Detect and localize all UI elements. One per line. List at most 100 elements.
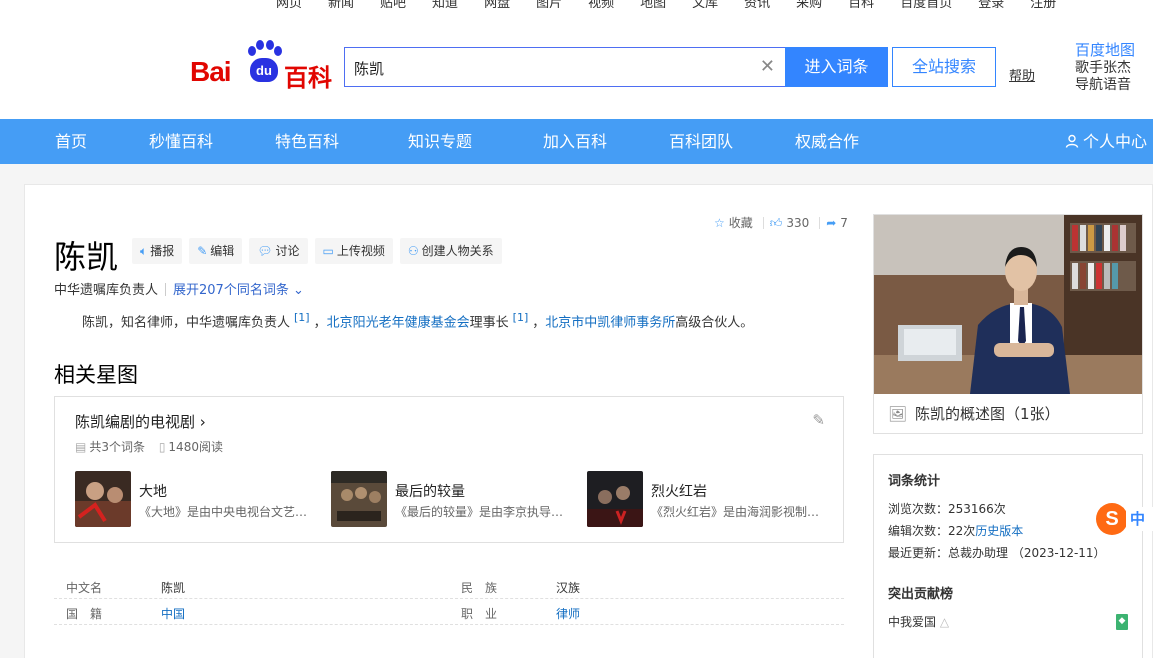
edit-count-text: 编辑次数：22次 (888, 524, 976, 538)
drama-desc: 《烈火红岩》是由海润影视制作的电视剧 (651, 505, 823, 519)
star-map-heading: 相关星图 (54, 363, 138, 387)
sogou-ime-widget[interactable]: S 中 (1096, 503, 1153, 535)
broadcast-button[interactable]: 🔈︎ 播报 (132, 238, 183, 264)
ime-mode: 中 (1126, 507, 1153, 531)
citation-link[interactable]: [1] (294, 311, 310, 324)
citation-link[interactable]: [1] (513, 311, 529, 324)
search-query[interactable]: 陈凯 (354, 58, 384, 79)
info-value-link[interactable]: 律师 (556, 605, 580, 622)
info-row: 中文名 陈凯 民 族 汉族 (54, 573, 844, 599)
top-link[interactable]: 贴吧 (380, 0, 406, 8)
history-link[interactable]: 历史版本 (975, 524, 1023, 538)
top-right-link[interactable]: 百度首页 (900, 0, 952, 8)
summary-text: 高级合伙人。 (675, 315, 754, 331)
user-center[interactable]: 个人中心 (1065, 119, 1147, 164)
top-link[interactable]: 地图 (640, 0, 666, 8)
star-map-card: 陈凯编剧的电视剧 › ✎ ▤ 共3个词条 ▯ 1480阅读 大地 《大地》是由中央电… (54, 396, 844, 543)
site-search-button[interactable]: 全站搜索 (892, 47, 996, 87)
top-link[interactable]: 资讯 (744, 0, 770, 8)
top-link[interactable]: 知道 (432, 0, 458, 8)
edit-button[interactable]: ✎ 编辑 (189, 238, 243, 264)
share-icon: ➦ (826, 216, 837, 230)
top-right-link[interactable]: 注册 (1030, 0, 1056, 8)
info-value-link[interactable]: 中国 (161, 605, 185, 622)
logo-baike: 百科 (284, 64, 332, 92)
nav-item-cooperation[interactable]: 权威合作 (795, 119, 859, 164)
clear-icon[interactable]: ✕ (760, 57, 775, 77)
top-link[interactable]: 网页 (276, 0, 302, 8)
info-key: 中文名 (66, 581, 103, 595)
bookmark-icon[interactable]: ◆ (1116, 614, 1128, 630)
top-link[interactable]: 文库 (692, 0, 718, 8)
discuss-button[interactable]: 💬︎ 讨论 (249, 238, 308, 264)
nav-item-miaodong[interactable]: 秒懂百科 (149, 119, 213, 164)
nav-item-join[interactable]: 加入百科 (543, 119, 607, 164)
share-button[interactable]: ➦ 7 (826, 216, 848, 230)
info-value: 汉族 (556, 581, 581, 595)
contributors-title: 突出贡献榜 (888, 587, 954, 602)
star-map-title-text: 陈凯编剧的电视剧 (75, 413, 196, 431)
summary-text: 理事长 (469, 315, 509, 331)
pencil-icon: ✎ (197, 244, 208, 258)
nav-item-team[interactable]: 百科团队 (669, 119, 733, 164)
top-link-strip: 网页 新闻 贴吧 知道 网盘 图片 视频 地图 文库 资讯 采购 百科 百度首页 登录 注册 (0, 0, 1153, 8)
top-link[interactable]: 图片 (536, 0, 562, 8)
stats-title: 词条统计 (888, 474, 941, 489)
sogou-icon: S (1096, 503, 1128, 535)
book-icon: ▯ (158, 440, 166, 454)
view-count: 浏览次数：253166次 (888, 502, 1006, 516)
search-input[interactable]: 陈凯 ✕ (344, 47, 785, 87)
thumbs-up-icon: 👍︎ (769, 216, 783, 230)
drama-poster (75, 471, 131, 527)
tool-label: 播报 (150, 244, 175, 258)
logo-du: du (250, 58, 278, 82)
top-link[interactable]: 采购 (796, 0, 822, 8)
help-link[interactable]: 帮助 (1009, 65, 1035, 84)
same-name-label: 展开207个同名词条 (173, 283, 289, 298)
star-map-meta: ▤ 共3个词条 ▯ 1480阅读 (75, 438, 223, 455)
nav-item-home[interactable]: 首页 (55, 119, 87, 164)
drama-item[interactable]: 最后的较量 《最后的较量》是由李京执导的电视剧 (331, 471, 571, 527)
summary-link[interactable]: 北京阳光老年健康基金会 (327, 315, 470, 330)
top-link[interactable]: 视频 (588, 0, 614, 8)
top-link[interactable]: 新闻 (328, 0, 354, 8)
contributor-item[interactable]: 中我爱国 △ (888, 613, 949, 630)
edit-pencil-icon[interactable]: ✎ (812, 411, 825, 429)
speaker-icon: 🔈︎ (140, 244, 148, 258)
info-key: 职 业 (461, 607, 498, 621)
tool-label: 上传视频 (336, 244, 385, 258)
ad-title[interactable]: 百度地图 (1075, 39, 1153, 60)
collect-button[interactable]: ☆ 收藏 (714, 214, 753, 231)
like-button[interactable]: 👍︎ 330 (770, 216, 809, 231)
top-link[interactable]: 百科 (848, 0, 874, 8)
header-ad[interactable]: 百度地图 歌手张杰 导航语音 (1075, 39, 1153, 94)
read-count: 1480阅读 (168, 440, 223, 454)
share-count: 7 (840, 216, 848, 230)
nav-item-special[interactable]: 特色百科 (275, 119, 339, 164)
drama-desc: 《大地》是由中央电视台文艺中心影视部出品 (139, 505, 311, 519)
top-right-link[interactable]: 登录 (978, 0, 1004, 8)
logo-bai: Bai (190, 56, 232, 87)
upload-video-button[interactable]: ▭ 上传视频 (314, 238, 393, 264)
contributor-name: 中我爱国 (888, 615, 937, 629)
entry-stats-panel: 词条统计 浏览次数：253166次 编辑次数：22次历史版本 最近更新：总裁办助… (873, 454, 1143, 658)
drama-desc: 《最后的较量》是由李京执导的电视剧 (395, 505, 567, 519)
top-link[interactable]: 网盘 (484, 0, 510, 8)
create-relation-button[interactable]: ⚇ 创建人物关系 (399, 238, 502, 264)
drama-item[interactable]: 烈火红岩 《烈火红岩》是由海润影视制作的电视剧 (587, 471, 827, 527)
drama-poster (587, 471, 643, 527)
baidu-baike-logo[interactable]: Bai du 百科 (190, 40, 332, 92)
photo-caption[interactable]: 🖼︎ 陈凯的概述图（1张） (888, 403, 1060, 424)
drama-item[interactable]: 大地 《大地》是由中央电视台文艺中心影视部出品 (75, 471, 315, 527)
ad-line: 歌手张杰 (1075, 60, 1131, 76)
tool-label: 讨论 (275, 244, 300, 258)
same-name-entries-link[interactable]: 展开207个同名词条 ⌄ (173, 283, 304, 298)
list-icon: ▤ (75, 440, 87, 454)
star-map-title[interactable]: 陈凯编剧的电视剧 › (75, 411, 206, 432)
nav-item-topics[interactable]: 知识专题 (408, 119, 472, 164)
drama-title: 烈火红岩 (651, 484, 707, 500)
summary-link[interactable]: 北京市中凯律师事务所 (545, 315, 675, 330)
summary-photo[interactable]: 🖼︎ 陈凯的概述图（1张） (873, 214, 1143, 434)
last-updated: 最近更新：总裁办助理 （2023-12-11） (888, 546, 1106, 560)
enter-entry-button[interactable]: 进入词条 (785, 47, 888, 87)
